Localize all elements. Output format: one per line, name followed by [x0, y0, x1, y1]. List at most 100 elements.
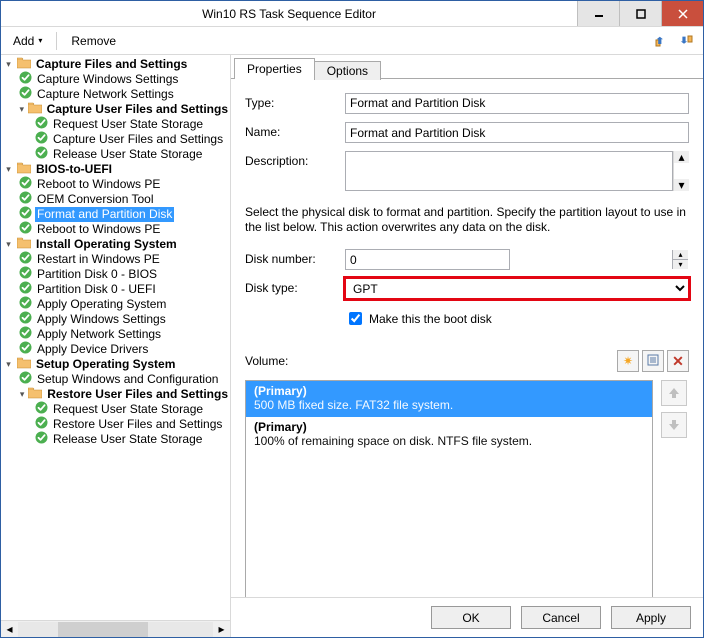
- tree-item[interactable]: Release User State Storage: [35, 147, 230, 162]
- tree-hscrollbar[interactable]: ◂ ▸: [1, 620, 230, 637]
- tree-item[interactable]: Reboot to Windows PE: [19, 222, 230, 237]
- move-up-icon: [667, 386, 681, 400]
- tree-item-label: Capture Windows Settings: [35, 72, 180, 87]
- add-button[interactable]: Add ▾: [7, 32, 48, 50]
- scroll-track[interactable]: [18, 622, 213, 637]
- tree-item[interactable]: Apply Device Drivers: [19, 342, 230, 357]
- move-down-icon: [667, 418, 681, 432]
- disknumber-label: Disk number:: [245, 249, 335, 266]
- tab-properties[interactable]: Properties: [234, 58, 315, 79]
- tree-item-label: Reboot to Windows PE: [35, 177, 162, 192]
- tree-group[interactable]: ▾ Capture User Files and Settings: [19, 102, 230, 117]
- tree-item[interactable]: Apply Windows Settings: [19, 312, 230, 327]
- expand-icon[interactable]: ▾: [3, 239, 14, 250]
- close-button[interactable]: [661, 1, 703, 26]
- tree-item[interactable]: Request User State Storage: [35, 117, 230, 132]
- maximize-button[interactable]: [619, 1, 661, 26]
- tree-item-label: Request User State Storage: [51, 117, 205, 132]
- tree-item[interactable]: Capture User Files and Settings: [35, 132, 230, 147]
- titlebar: Win10 RS Task Sequence Editor: [1, 1, 703, 27]
- tree-item-label: Partition Disk 0 - UEFI: [35, 282, 158, 297]
- tree-item[interactable]: OEM Conversion Tool: [19, 192, 230, 207]
- scroll-thumb[interactable]: [58, 622, 148, 637]
- spin-up-icon[interactable]: ▴: [672, 250, 688, 259]
- tree-item-label: Release User State Storage: [51, 147, 204, 162]
- cancel-button[interactable]: Cancel: [521, 606, 601, 629]
- spin-down-icon[interactable]: ▾: [672, 259, 688, 269]
- tree-item-label: Partition Disk 0 - BIOS: [35, 267, 159, 282]
- right-pane: Properties Options Type: Format and Part…: [231, 55, 703, 637]
- tree-item[interactable]: Partition Disk 0 - UEFI: [19, 282, 230, 297]
- tree-item-label: Setup Operating System: [34, 357, 177, 372]
- separator: [56, 32, 57, 50]
- new-volume-button[interactable]: ✷: [617, 350, 639, 372]
- volume-properties-button[interactable]: [642, 350, 664, 372]
- minimize-button[interactable]: [577, 1, 619, 26]
- volume-move-up-button[interactable]: [661, 380, 687, 406]
- expand-icon[interactable]: ▾: [3, 164, 14, 175]
- tree-item[interactable]: Partition Disk 0 - BIOS: [19, 267, 230, 282]
- remove-button[interactable]: Remove: [65, 32, 122, 50]
- volume-item-desc: 100% of remaining space on disk. NTFS fi…: [254, 434, 644, 448]
- scroll-left-icon[interactable]: ◂: [1, 622, 18, 637]
- volume-move-down-button[interactable]: [661, 412, 687, 438]
- name-field[interactable]: [345, 122, 689, 143]
- textarea-spin: ▴ ▾: [673, 151, 689, 191]
- textarea-down-icon[interactable]: ▾: [674, 179, 689, 191]
- tree-item-label: Capture User Files and Settings: [51, 132, 225, 147]
- scroll-right-icon[interactable]: ▸: [213, 622, 230, 637]
- bootdisk-label[interactable]: Make this the boot disk: [369, 312, 492, 326]
- volume-item-desc: 500 MB fixed size. FAT32 file system.: [254, 398, 644, 412]
- tree-item-label: Capture Files and Settings: [34, 57, 189, 72]
- volume-item[interactable]: (Primary)100% of remaining space on disk…: [246, 417, 652, 453]
- disknumber-field[interactable]: [345, 249, 510, 270]
- apply-button[interactable]: Apply: [611, 606, 691, 629]
- tree-group[interactable]: ▾BIOS-to-UEFI: [3, 162, 230, 177]
- disktype-select[interactable]: GPT: [345, 278, 689, 299]
- tree-group[interactable]: ▾Install Operating System: [3, 237, 230, 252]
- tree-item[interactable]: Release User State Storage: [35, 432, 230, 447]
- tree-item[interactable]: Capture Network Settings: [19, 87, 230, 102]
- tree-item[interactable]: Apply Operating System: [19, 297, 230, 312]
- tree-item[interactable]: Setup Windows and Configuration: [19, 372, 230, 387]
- tree-group[interactable]: ▾ Capture Files and Settings: [3, 57, 230, 72]
- tree-item-label: Release User State Storage: [51, 432, 204, 447]
- tree-item[interactable]: Reboot to Windows PE: [19, 177, 230, 192]
- footer: OK Cancel Apply: [231, 597, 703, 637]
- volume-list[interactable]: (Primary)500 MB fixed size. FAT32 file s…: [245, 380, 653, 597]
- move-down-icon[interactable]: [677, 31, 697, 51]
- volume-item[interactable]: (Primary)500 MB fixed size. FAT32 file s…: [246, 381, 652, 417]
- tree-item-label: Restore User Files and Settings: [51, 417, 224, 432]
- tree-item[interactable]: Apply Network Settings: [19, 327, 230, 342]
- tree-group[interactable]: ▾Restore User Files and Settings: [19, 387, 230, 402]
- textarea-up-icon[interactable]: ▴: [674, 151, 689, 163]
- expand-icon[interactable]: ▾: [19, 389, 25, 400]
- volume-item-title: (Primary): [254, 384, 644, 398]
- tree-item-label: Apply Windows Settings: [35, 312, 168, 327]
- tree-item-label: Capture User Files and Settings: [45, 102, 230, 117]
- tab-options[interactable]: Options: [314, 61, 381, 80]
- delete-volume-button[interactable]: ✕: [667, 350, 689, 372]
- ok-button[interactable]: OK: [431, 606, 511, 629]
- expand-icon[interactable]: ▾: [3, 359, 14, 370]
- volume-item-title: (Primary): [254, 420, 644, 434]
- tree-item[interactable]: Format and Partition Disk: [19, 207, 230, 222]
- left-pane: ▾ Capture Files and SettingsCapture Windo…: [1, 55, 231, 637]
- tree-item[interactable]: Restore User Files and Settings: [35, 417, 230, 432]
- tab-strip: Properties Options: [231, 55, 703, 79]
- expand-icon[interactable]: ▾: [19, 104, 25, 115]
- tree-item[interactable]: Restart in Windows PE: [19, 252, 230, 267]
- success-icon: [19, 341, 32, 358]
- bootdisk-checkbox[interactable]: [349, 312, 362, 325]
- tree-group[interactable]: ▾ Setup Operating System: [3, 357, 230, 372]
- disktype-label: Disk type:: [245, 278, 335, 295]
- help-text: Select the physical disk to format and p…: [245, 205, 689, 235]
- description-label: Description:: [245, 151, 335, 168]
- tree-item[interactable]: Request User State Storage: [35, 402, 230, 417]
- success-icon: [19, 371, 32, 388]
- description-field[interactable]: [345, 151, 673, 191]
- move-up-icon[interactable]: [651, 31, 671, 51]
- task-tree[interactable]: ▾ Capture Files and SettingsCapture Windo…: [1, 55, 230, 620]
- expand-icon[interactable]: ▾: [3, 59, 14, 70]
- tree-item[interactable]: Capture Windows Settings: [19, 72, 230, 87]
